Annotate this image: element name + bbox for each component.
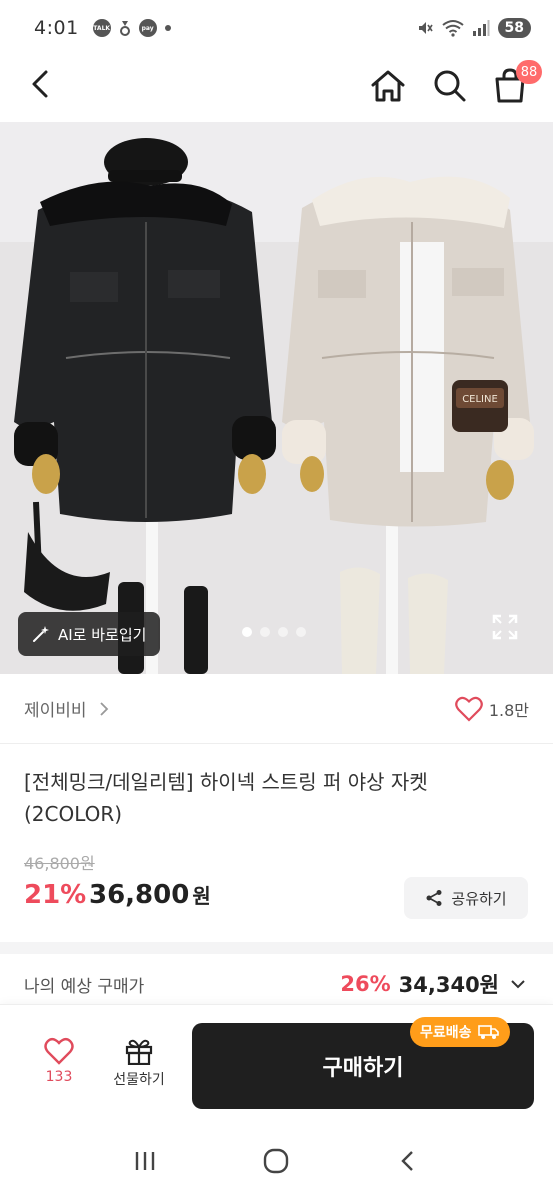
chevron-right-icon [99, 701, 108, 716]
expected-price: 34,340원 [398, 973, 499, 997]
shop-like-count: 1.8만 [488, 700, 529, 720]
app-header [0, 56, 553, 120]
pay-icon: pay [138, 19, 157, 37]
wishlist-button[interactable]: 133 [30, 1037, 88, 1085]
more-notifications-icon [164, 25, 171, 31]
bottom-action-bar: 133 선물하기 구매하기 무료배송 [0, 1004, 553, 1122]
expected-discount-rate: 26% [340, 972, 391, 996]
shop-like-button[interactable]: 1.8만 [454, 696, 529, 722]
product-title: [전체밍크/데일리템] 하이넥 스트링 퍼 야상 자켓 (2COLOR) [24, 770, 428, 826]
home-circle-icon[interactable] [262, 1147, 290, 1175]
pager-dot[interactable] [242, 627, 252, 637]
signal-icon [472, 20, 490, 36]
expected-price-label: 나의 예상 구매가 [24, 976, 145, 997]
image-pager [242, 627, 306, 637]
status-bar: 4:01 TALK pay 58 [0, 0, 553, 56]
battery-level: 58 [497, 18, 531, 38]
sale-price-amount: 36,800 [89, 880, 190, 910]
gift-icon [125, 1039, 153, 1065]
heart-icon [44, 1037, 74, 1065]
sale-price-currency: 원 [192, 884, 211, 908]
recent-apps-icon[interactable] [132, 1148, 158, 1174]
ai-try-on-button[interactable]: AI로 바로입기 [18, 612, 161, 656]
wishlist-count: 133 [45, 1069, 73, 1085]
system-back-icon[interactable] [395, 1148, 421, 1174]
bag-logo-text: CELINE [462, 394, 498, 405]
pager-dot[interactable] [260, 627, 270, 637]
shop-name[interactable]: 제이비비 [24, 696, 87, 721]
status-time: 4:01 [34, 17, 79, 39]
product-photo: CELINE [0, 122, 553, 674]
share-button[interactable]: 공유하기 [404, 877, 528, 919]
system-navigation-bar [0, 1122, 553, 1200]
expected-price-summary: 26% 34,340원 [340, 969, 529, 999]
delivery-truck-icon [477, 1025, 499, 1039]
free-shipping-badge: 무료배송 [410, 1017, 510, 1047]
product-image-gallery[interactable]: CELINE AI로 바로입기 [0, 122, 553, 674]
search-icon[interactable] [430, 66, 470, 106]
free-shipping-label: 무료배송 [420, 1025, 472, 1041]
buy-label: 구매하기 [322, 1056, 404, 1081]
home-icon[interactable] [368, 66, 408, 106]
wifi-icon [441, 20, 464, 37]
section-divider [0, 942, 553, 954]
ai-try-on-label: AI로 바로입기 [58, 625, 147, 644]
mute-icon [418, 22, 433, 34]
expected-price-row[interactable]: 나의 예상 구매가 26% 34,340원 [24, 962, 529, 1006]
chevron-down-icon[interactable] [507, 973, 529, 995]
back-arrow-icon[interactable] [24, 66, 60, 102]
gift-label: 선물하기 [113, 1072, 165, 1088]
sale-price: 36,800 원 [89, 880, 211, 910]
gift-button[interactable]: 선물하기 [106, 1037, 172, 1089]
cart-count-badge: 88 [516, 60, 542, 84]
notification-icons: TALK pay [92, 19, 171, 37]
talk-icon: TALK [92, 19, 111, 37]
discount-rate: 21% [24, 880, 87, 910]
expand-icon[interactable] [490, 612, 520, 642]
app-notification-icon [119, 21, 130, 36]
shop-row[interactable]: 제이비비 1.8만 [0, 674, 553, 744]
share-icon [426, 890, 442, 906]
heart-icon [454, 696, 483, 722]
original-price: 46,800원 [24, 854, 95, 873]
pager-dot[interactable] [278, 627, 288, 637]
magic-wand-icon [33, 626, 49, 642]
share-label: 공유하기 [451, 889, 507, 908]
pager-dot[interactable] [296, 627, 306, 637]
system-status: 58 [416, 18, 531, 38]
